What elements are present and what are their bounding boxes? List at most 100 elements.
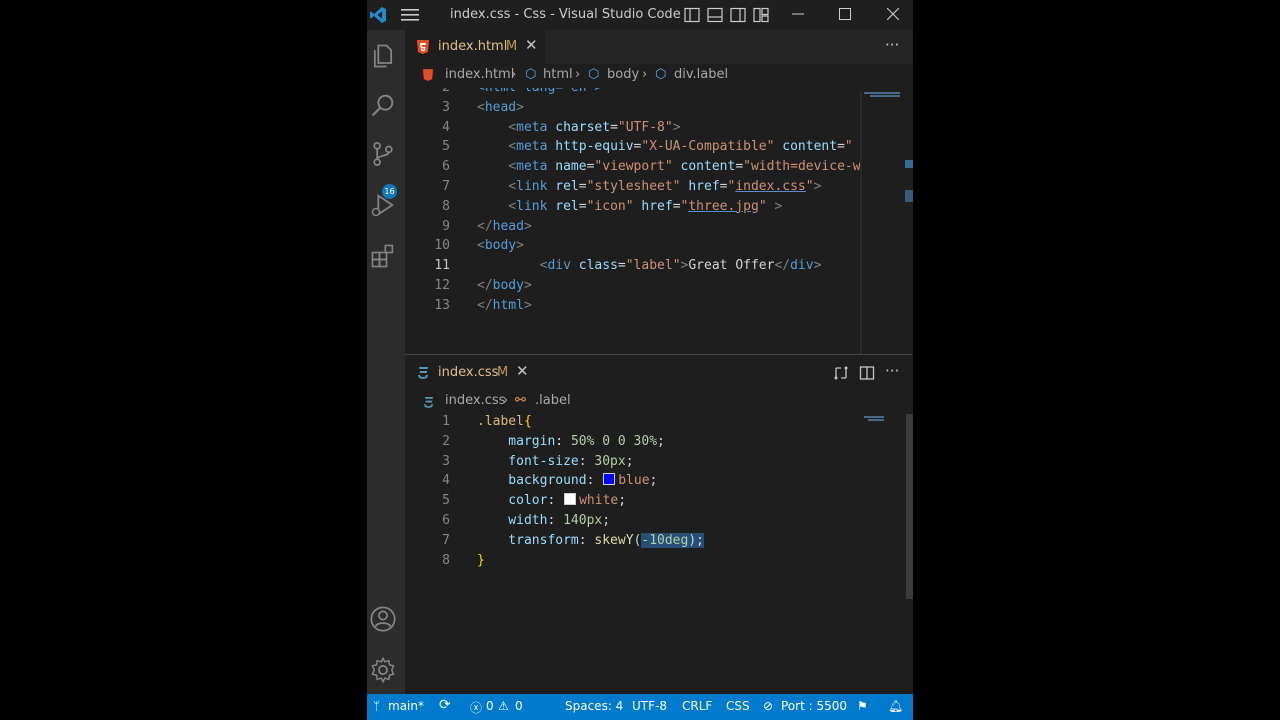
broadcast-icon[interactable]: ⊘ [763, 699, 773, 713]
search-icon[interactable] [369, 91, 397, 119]
code-line[interactable]: <body> [477, 238, 524, 253]
breadcrumb-separator: › [575, 67, 581, 82]
code-token: ; [649, 473, 658, 489]
code-token: = [610, 119, 618, 135]
code-token: } [477, 552, 485, 568]
code-token: "width=device-w [743, 159, 860, 175]
minimize-icon[interactable] [792, 8, 804, 20]
customize-layout-icon[interactable] [753, 7, 769, 23]
code-line[interactable]: color: white; [477, 493, 626, 508]
breadcrumb-item[interactable]: .label [535, 393, 571, 408]
code-line[interactable]: transform: skewY(-10deg); [477, 532, 704, 548]
code-line[interactable]: <link rel="icon" href="three.jpg" > [477, 199, 782, 214]
code-line[interactable]: </body> [477, 278, 532, 293]
encoding[interactable]: UTF-8 [632, 699, 667, 713]
accounts-icon[interactable] [369, 605, 397, 633]
html-tab-strip: index.html M ✕ ··· [405, 30, 913, 64]
hamburger-menu-icon[interactable] [401, 8, 419, 22]
breadcrumb-item[interactable]: div.label [674, 67, 728, 82]
code-token: blue [618, 473, 650, 489]
toggle-primary-sidebar-icon[interactable] [684, 7, 700, 23]
html-code-area[interactable]: 2<html lang="en">3<head>4 <meta charset=… [405, 88, 860, 354]
line-number: 7 [442, 179, 450, 194]
code-token: width [477, 513, 548, 528]
close-tab-icon[interactable]: ✕ [525, 36, 538, 54]
minimap[interactable] [860, 88, 913, 354]
line-number: 6 [442, 513, 450, 528]
editor-divider[interactable] [405, 354, 913, 355]
code-line[interactable]: width: 140px; [477, 513, 610, 528]
html5-file-icon [423, 69, 433, 81]
css-code-area[interactable]: 1 .label{2 margin: 50% 0 0 30%; 3 font-siz… [405, 414, 860, 694]
line-number: 9 [442, 218, 450, 234]
breadcrumb-item[interactable]: body [607, 67, 639, 82]
close-tab-icon[interactable]: ✕ [516, 362, 529, 380]
split-editor-icon[interactable] [859, 365, 875, 381]
code-line[interactable]: background: blue; [477, 473, 657, 488]
breadcrumb-item[interactable]: index.css [445, 393, 505, 408]
code-line[interactable]: margin: 50% 0 0 30%; [477, 434, 665, 449]
error-count[interactable]: 0 [486, 699, 494, 713]
run-and-debug-icon[interactable] [369, 191, 397, 219]
more-actions-icon[interactable]: ··· [885, 362, 899, 380]
error-icon[interactable]: ⓧ [470, 699, 482, 716]
code-line[interactable]: <div class="label">Great Offer</div> [477, 258, 822, 273]
toggle-secondary-sidebar-icon[interactable] [730, 7, 746, 23]
code-line[interactable]: <meta charset="UTF-8"> [477, 119, 681, 135]
sync-icon[interactable]: ⟳ [439, 697, 451, 713]
minimap[interactable] [860, 414, 913, 694]
code-line[interactable]: </html> [477, 298, 532, 313]
code-token: : [555, 433, 571, 449]
code-token: " [805, 179, 814, 194]
code-token: = [578, 198, 587, 214]
live-server-port[interactable]: Port : 5500 [781, 699, 847, 713]
breadcrumb: index.html › ⬡ html › ⬡ body › ⬡ div.lab… [405, 64, 913, 88]
warning-icon[interactable]: ⚠ [498, 699, 509, 713]
breadcrumb-item[interactable]: index.html [445, 67, 514, 82]
maximize-icon[interactable] [839, 8, 851, 20]
close-window-icon[interactable] [887, 8, 899, 20]
color-swatch-white[interactable] [564, 493, 577, 506]
line-ending[interactable]: CRLF [682, 699, 712, 713]
compare-changes-icon[interactable] [833, 365, 849, 381]
code-line[interactable]: .label{ [477, 414, 532, 429]
code-token: < [477, 139, 517, 155]
code-token: > [672, 119, 681, 135]
branch-name[interactable]: main* [388, 699, 424, 713]
source-control-icon[interactable] [369, 140, 397, 168]
notifications-icon[interactable]: 🔔︎ [888, 699, 903, 713]
code-line[interactable]: font-size: 30px; [477, 454, 633, 469]
code-token: head [484, 99, 517, 115]
code-token: > [766, 198, 783, 214]
code-line[interactable]: <meta http-equiv = "X-UA-Compatible" conte… [477, 139, 852, 155]
toggle-panel-icon[interactable] [707, 7, 723, 23]
code-token: .label [477, 414, 524, 429]
code-token: < [477, 198, 517, 214]
element-icon: ⬡ [588, 67, 600, 82]
html5-file-icon [417, 40, 429, 54]
title-bar: index.css - Css - Visual Studio Code [367, 0, 913, 30]
explorer-icon[interactable] [369, 42, 397, 70]
breadcrumb-separator: › [642, 67, 648, 82]
code-line[interactable]: <head> [477, 100, 524, 115]
language-mode[interactable]: CSS [726, 699, 750, 713]
more-actions-icon[interactable]: ··· [885, 36, 899, 54]
element-icon: ⬡ [655, 67, 667, 82]
code-token: link [516, 198, 548, 214]
code-token: > [516, 99, 524, 115]
code-line[interactable]: <meta name="viewport" content="width=dev… [477, 159, 860, 174]
warning-count[interactable]: 0 [515, 699, 523, 713]
color-swatch-blue[interactable] [603, 473, 616, 486]
code-line[interactable]: <html lang="en"> [477, 88, 602, 95]
indentation[interactable]: Spaces: 4 [565, 699, 623, 713]
manage-gear-icon[interactable] [369, 656, 397, 684]
code-line[interactable]: } [477, 553, 485, 568]
live-share-icon[interactable]: ⚑ [857, 699, 868, 713]
code-line[interactable]: </head> [477, 219, 532, 234]
tab-index-css[interactable]: index.css M ✕ [405, 356, 535, 390]
code-line[interactable]: <link rel="stylesheet" href="index.css"> [477, 179, 821, 194]
vscode-logo-icon [370, 7, 386, 23]
tab-index-html[interactable]: index.html M ✕ [405, 30, 545, 64]
extensions-icon[interactable] [369, 242, 397, 270]
breadcrumb-item[interactable]: html [543, 67, 573, 82]
